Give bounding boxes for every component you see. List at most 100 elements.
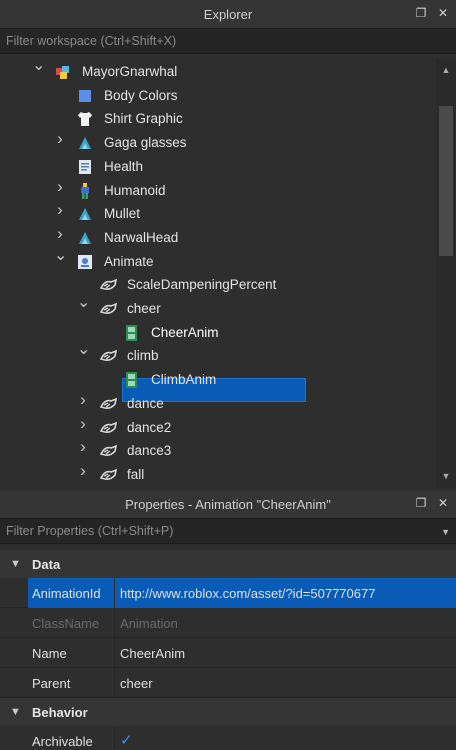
close-icon[interactable]: ✕ — [436, 6, 450, 20]
tree-item[interactable]: › dance — [0, 391, 436, 416]
properties-filter-input[interactable]: Filter Properties (Ctrl+Shift+P) ▼ — [0, 518, 456, 544]
chevron-right-icon[interactable]: › — [77, 438, 89, 455]
property-row-classname: ClassName Animation — [0, 608, 456, 638]
restore-icon[interactable]: ❐ — [414, 6, 428, 20]
tree-item-label: NarwalHead — [104, 229, 179, 245]
tree-item-label: Humanoid — [104, 182, 166, 198]
tree-item-label: climb — [127, 348, 159, 364]
tree-item[interactable]: ⌄ Animate — [0, 247, 436, 274]
tree-item[interactable]: CheerAnim — [0, 321, 436, 345]
animation-icon — [123, 371, 141, 389]
tree-item-label: ClimbAnim — [151, 372, 217, 388]
tree-item[interactable]: › dance3 — [0, 438, 436, 463]
tree-item-label: Health — [104, 158, 144, 174]
value-icon — [99, 395, 118, 413]
property-row-archivable[interactable]: Archivable ✓ — [0, 726, 456, 750]
properties-filter-placeholder: Filter Properties (Ctrl+Shift+P) — [6, 524, 174, 538]
explorer-scrollbar[interactable]: ▲ ▼ — [436, 58, 456, 488]
tree-item[interactable]: › fall — [0, 462, 436, 487]
value-icon — [99, 466, 118, 484]
tree-item-label: dance — [127, 395, 164, 411]
properties-title: Properties - Animation "CheerAnim" — [125, 496, 331, 512]
section-data[interactable]: ▼ Data — [0, 550, 456, 578]
value-icon — [99, 419, 118, 437]
scrollbar-thumb[interactable] — [439, 106, 453, 256]
tree-item[interactable]: ⌄ cheer — [0, 295, 436, 321]
model-icon — [54, 63, 72, 81]
explorer-tree: ⌄ MayorGnarwhal Body Colors Shirt Graphic › G… — [0, 58, 436, 488]
close-icon[interactable]: ✕ — [436, 496, 450, 510]
tree-item-label: cheer — [127, 301, 161, 316]
tree-item-label: Shirt Graphic — [104, 111, 183, 127]
chevron-down-icon[interactable]: ▼ — [10, 706, 21, 718]
chevron-right-icon[interactable]: › — [77, 415, 89, 432]
tree-item-label: ScaleDampeningPercent — [127, 277, 277, 293]
chevron-right-icon[interactable]: › — [77, 462, 89, 479]
body-colors-icon — [76, 87, 94, 105]
tree-item[interactable]: › Mullet — [0, 201, 436, 226]
section-behavior[interactable]: ▼ Behavior — [0, 698, 456, 726]
chevron-right-icon[interactable]: › — [77, 391, 89, 408]
explorer-title: Explorer — [203, 6, 253, 22]
scroll-down-icon[interactable]: ▼ — [440, 470, 452, 482]
chevron-right-icon[interactable]: › — [54, 225, 66, 242]
tree-item[interactable]: › Gaga glasses — [0, 130, 436, 155]
chevron-right-icon[interactable]: › — [54, 130, 66, 147]
chevron-down-icon[interactable]: ⌄ — [54, 247, 67, 263]
scroll-up-icon[interactable]: ▲ — [440, 64, 452, 76]
property-value-field[interactable]: cheer — [120, 676, 153, 691]
tree-item[interactable]: Body Colors — [0, 84, 436, 108]
tree-item[interactable]: ClimbAnim — [0, 368, 436, 392]
accessory-icon — [76, 205, 94, 223]
tree-item-label: MayorGnarwhal — [82, 64, 178, 79]
accessory-icon — [76, 229, 94, 247]
local-script-icon — [76, 253, 94, 271]
chevron-down-icon[interactable]: ▼ — [10, 558, 21, 570]
tree-item[interactable]: ScaleDampeningPercent — [0, 273, 436, 297]
restore-icon[interactable]: ❐ — [414, 496, 428, 510]
archivable-checkbox[interactable]: ✓ — [120, 733, 136, 749]
chevron-right-icon[interactable]: › — [54, 201, 66, 218]
shirt-icon — [76, 110, 94, 128]
tree-item[interactable]: › Humanoid — [0, 178, 436, 203]
tree-item-label: CheerAnim — [151, 324, 219, 340]
explorer-filter-placeholder: Filter workspace (Ctrl+Shift+X) — [6, 34, 177, 48]
tree-item-label: Body Colors — [104, 87, 178, 103]
chevron-down-icon[interactable]: ⌄ — [77, 342, 90, 358]
properties-title-bar: Properties - Animation "CheerAnim" ❐ ✕ — [0, 490, 456, 518]
explorer-filter-input[interactable]: Filter workspace (Ctrl+Shift+X) — [0, 28, 456, 54]
tree-item[interactable]: ⌄ MayorGnarwhal — [0, 58, 436, 84]
chevron-right-icon[interactable]: › — [54, 178, 66, 195]
tree-item[interactable]: Shirt Graphic — [0, 107, 436, 131]
tree-item-label: dance3 — [127, 443, 172, 459]
value-icon — [99, 442, 118, 460]
chevron-down-icon[interactable]: ⌄ — [77, 295, 90, 311]
property-row-parent[interactable]: Parent cheer — [0, 668, 456, 698]
property-name: ClassName — [32, 616, 100, 631]
property-value-field[interactable]: http://www.roblox.com/asset/?id=50777067… — [120, 586, 375, 601]
humanoid-icon — [76, 182, 94, 200]
explorer-title-bar: Explorer ❐ ✕ — [0, 0, 456, 28]
value-icon — [99, 347, 118, 365]
properties-grid: ▼ Data AnimationId http://www.roblox.com… — [0, 544, 456, 750]
property-value-field[interactable]: CheerAnim — [120, 646, 185, 661]
property-name: Name — [32, 646, 67, 661]
tree-item[interactable]: Health — [0, 155, 436, 179]
tree-item[interactable]: ⌄ climb — [0, 342, 436, 368]
section-label: Data — [32, 557, 61, 572]
animation-icon — [123, 324, 141, 342]
property-value: Animation — [120, 616, 178, 631]
tree-item-label: Mullet — [104, 206, 141, 222]
script-icon — [76, 158, 94, 176]
property-name: Archivable — [32, 734, 93, 749]
property-name: AnimationId — [32, 586, 101, 601]
chevron-down-icon[interactable]: ⌄ — [32, 58, 45, 74]
value-icon — [99, 276, 118, 294]
property-row-animationid[interactable]: AnimationId http://www.roblox.com/asset/… — [0, 578, 456, 608]
tree-item-label: dance2 — [127, 419, 172, 435]
property-row-name[interactable]: Name CheerAnim — [0, 638, 456, 668]
chevron-down-icon[interactable]: ▼ — [441, 527, 450, 537]
tree-item[interactable]: › dance2 — [0, 415, 436, 440]
property-name: Parent — [32, 676, 71, 691]
tree-item-label: Gaga glasses — [104, 135, 187, 151]
